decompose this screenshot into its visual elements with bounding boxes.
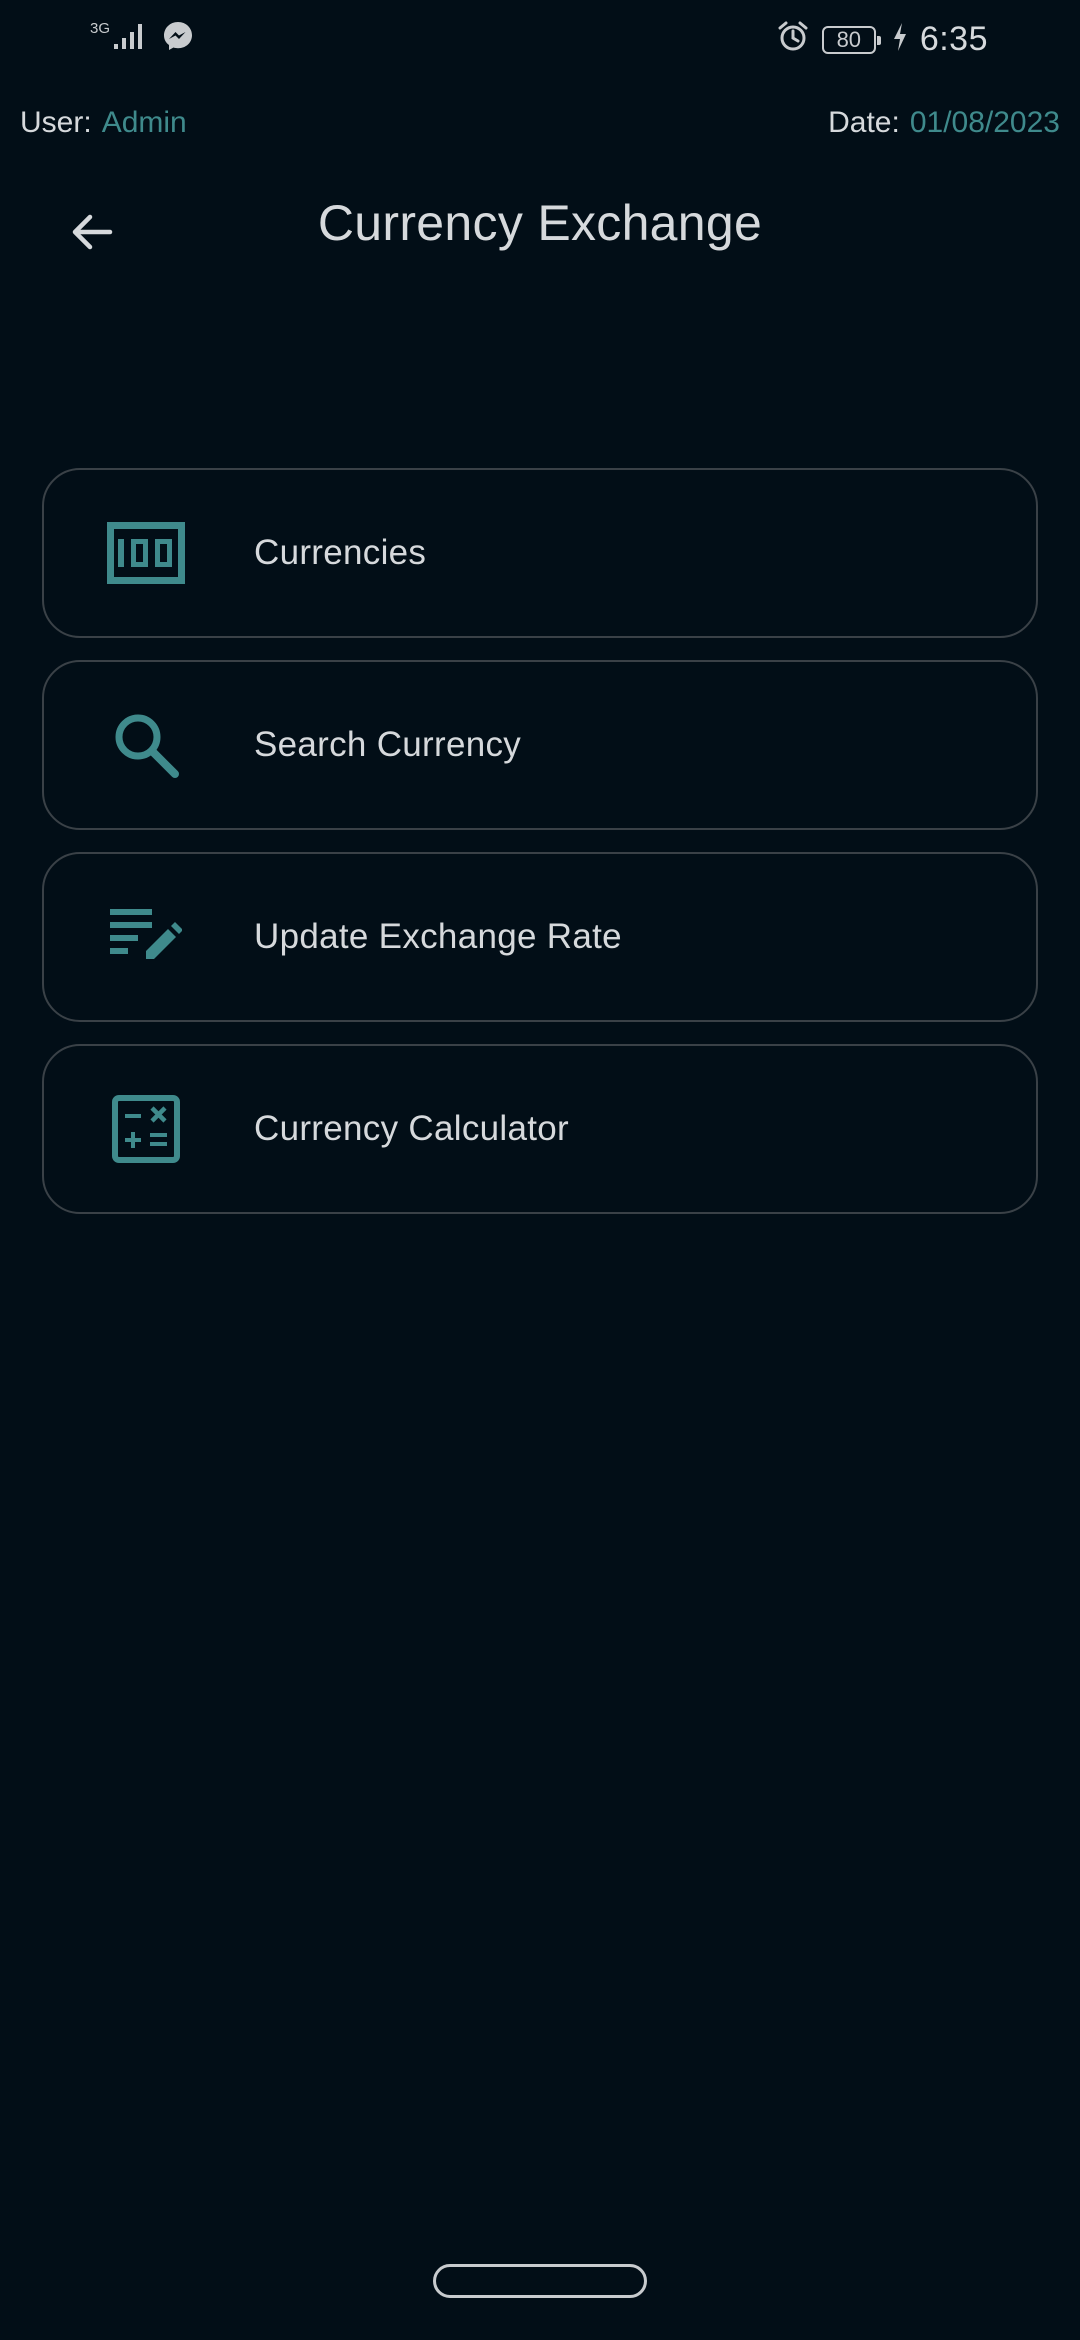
page-title: Currency Exchange [317,195,763,251]
date-info: Date: 01/08/2023 [828,106,1060,140]
menu-list: Currencies Search Currency Update Exchan… [42,468,1038,1236]
user-label: User: [20,106,92,139]
alarm-icon [776,20,810,59]
menu-item-currencies[interactable]: Currencies [42,468,1038,638]
calculator-icon [104,1087,188,1171]
status-left: 3G [90,20,194,57]
money-bill-icon [104,511,188,595]
user-value: Admin [101,106,187,139]
date-label: Date: [828,106,900,139]
user-info: User: Admin [20,106,187,140]
menu-item-currency-calculator[interactable]: Currency Calculator [42,1044,1038,1214]
menu-item-update-exchange-rate[interactable]: Update Exchange Rate [42,852,1038,1022]
date-value: 01/08/2023 [909,106,1060,139]
menu-item-label: Currency Calculator [254,1109,569,1148]
battery-level: 80 [836,26,862,52]
charging-icon [892,22,908,57]
home-indicator[interactable] [433,2264,647,2298]
battery-icon: 80 [821,25,881,54]
network-type: 3G [90,20,111,37]
signal-icon [112,21,148,56]
menu-item-label: Update Exchange Rate [254,917,622,956]
app-bar: Currency Exchange [0,180,1080,270]
status-right: 80 6:35 [776,20,988,59]
menu-item-label: Search Currency [254,725,522,764]
edit-list-icon [104,895,188,979]
menu-item-label: Currencies [254,533,427,572]
menu-item-search-currency[interactable]: Search Currency [42,660,1038,830]
clock: 6:35 [919,20,988,58]
info-row: User: Admin Date: 01/08/2023 [20,106,1060,146]
search-icon [104,703,188,787]
messenger-icon [162,20,194,57]
status-bar: 3G 80 6:35 [0,0,1080,86]
